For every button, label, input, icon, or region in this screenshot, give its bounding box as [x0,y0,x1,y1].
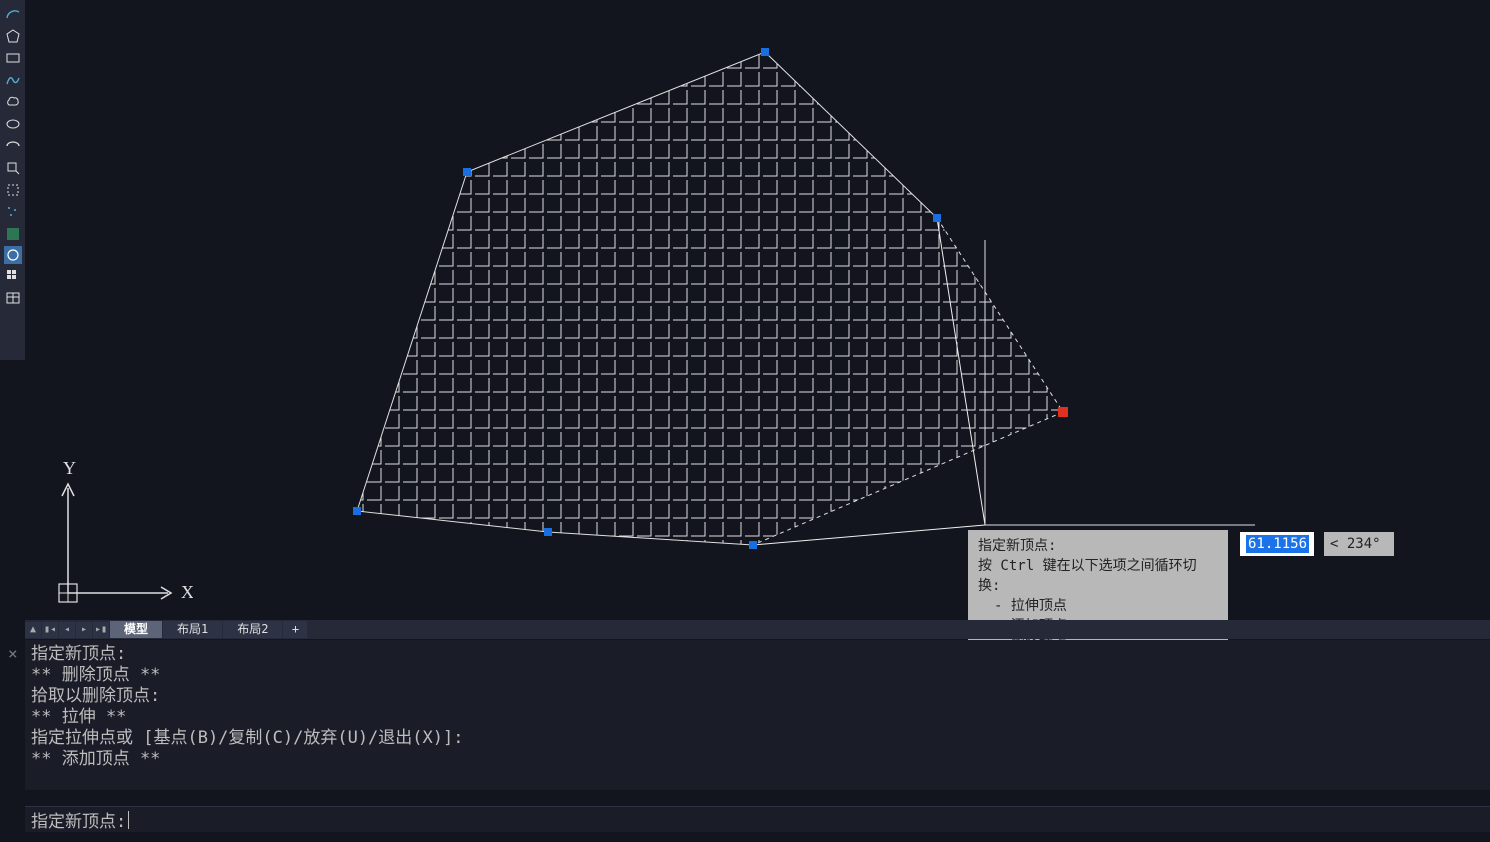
ellipse-arc-icon[interactable] [3,136,23,156]
left-toolbar [0,0,25,360]
tab-add[interactable]: + [283,621,307,638]
history-line: 拾取以删除顶点: [31,686,1484,707]
drawing-svg [25,0,1490,618]
history-line: ** 添加顶点 ** [31,749,1484,770]
gradient-icon[interactable] [3,224,23,244]
tab-next-icon[interactable]: ▸ [76,622,92,638]
command-input-row: 指定新顶点: [25,806,1490,832]
tab-layout1[interactable]: 布局1 [163,621,222,638]
arc-icon[interactable] [3,4,23,24]
boundary-icon[interactable] [4,246,22,264]
layout-tabs: ▲ ▮◂ ◂ ▸ ▸▮ 模型 布局1 布局2 + [25,620,1490,639]
tooltip-option: 拉伸顶点 [1011,598,1067,614]
table-icon[interactable] [3,288,23,308]
history-line: 指定拉伸点或 [基点(B)/复制(C)/放弃(U)/退出(X)]: [31,728,1484,749]
tab-model[interactable]: 模型 [110,621,162,638]
grip[interactable] [544,528,552,536]
tooltip-line: 按 Ctrl 键在以下选项之间循环切换: [978,556,1218,596]
region-icon[interactable] [3,180,23,200]
rectangle-icon[interactable] [3,48,23,68]
command-history[interactable]: 指定新顶点: ** 删除顶点 ** 拾取以删除顶点: ** 拉伸 ** 指定拉伸… [25,640,1490,790]
tab-layout2[interactable]: 布局2 [223,621,282,638]
spline-icon[interactable] [3,70,23,90]
tab-last-icon[interactable]: ▸▮ [93,622,109,638]
distance-value: 61.1156 [1246,535,1309,553]
command-input[interactable] [129,810,929,830]
hatch-pattern [325,40,1105,560]
revision-cloud-icon[interactable] [3,92,23,112]
hatch-grid-icon[interactable] [3,266,23,286]
dynamic-angle-input[interactable]: < 234° [1324,532,1394,556]
point-icon[interactable] [3,202,23,222]
block-insert-icon[interactable] [3,158,23,178]
hot-grip[interactable] [1058,407,1068,417]
command-prompt: 指定新顶点: [31,807,126,832]
tab-prev-icon[interactable]: ◂ [59,622,75,638]
history-line: ** 删除顶点 ** [31,665,1484,686]
grip[interactable] [749,541,757,549]
close-icon[interactable]: × [8,644,18,663]
angle-prefix: < [1330,536,1338,552]
drawing-canvas[interactable]: X Y [25,0,1490,618]
ellipse-icon[interactable] [3,114,23,134]
grip[interactable] [761,48,769,56]
dynamic-distance-input[interactable]: 61.1156 [1240,532,1314,556]
history-line: ** 拉伸 ** [31,707,1484,728]
tab-scroll-up-icon[interactable]: ▲ [25,622,41,638]
grip[interactable] [463,168,471,176]
grip[interactable] [933,214,941,222]
grip[interactable] [353,507,361,515]
tooltip-line: 指定新顶点: [978,536,1218,556]
tab-first-icon[interactable]: ▮◂ [42,622,58,638]
angle-value: 234° [1347,536,1381,552]
history-line: 指定新顶点: [31,644,1484,665]
polygon-icon[interactable] [3,26,23,46]
